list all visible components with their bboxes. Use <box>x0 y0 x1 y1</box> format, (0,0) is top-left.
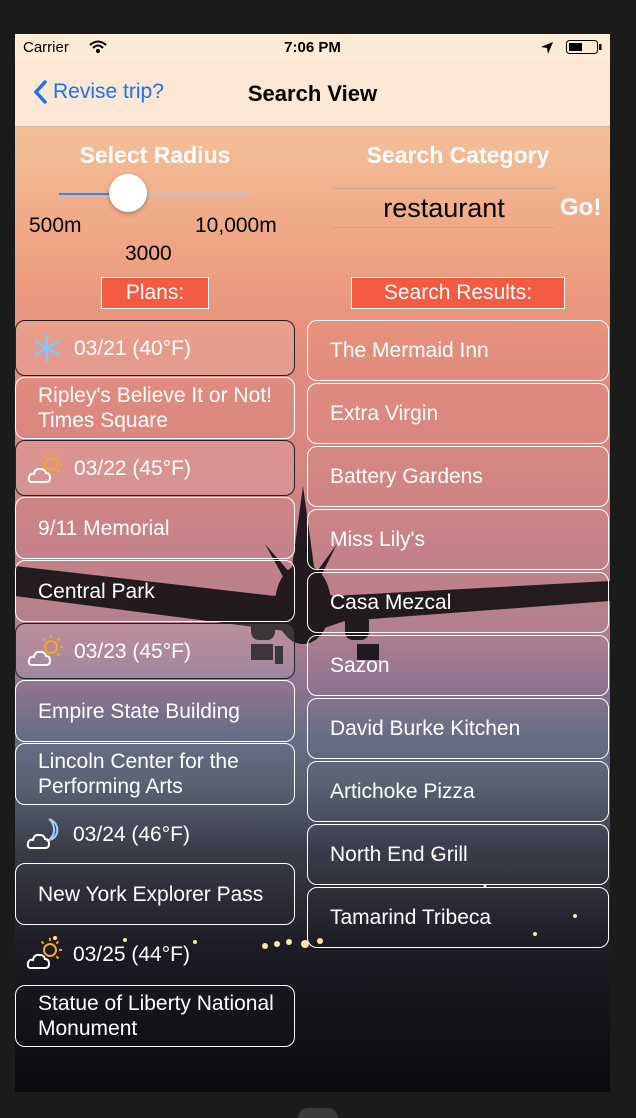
plan-item-label: Central Park <box>38 579 155 603</box>
sun-cloud-icon <box>25 937 67 971</box>
search-result-label: Sazon <box>330 654 390 677</box>
plan-item-label: 9/11 Memorial <box>38 516 170 540</box>
plan-day-label: 03/21 (40°F) <box>74 336 191 360</box>
search-result-item[interactable]: David Burke Kitchen <box>307 698 609 759</box>
plan-day-label: 03/22 (45°F) <box>74 456 191 480</box>
home-button[interactable] <box>298 1108 338 1118</box>
plan-day-header: 03/21 (40°F) <box>15 320 295 376</box>
plan-day-label: 03/25 (44°F) <box>73 942 190 966</box>
navigation-bar: Revise trip? Search View <box>15 60 610 127</box>
plan-item[interactable]: Empire State Building <box>15 680 295 742</box>
plan-day-header: 03/25 (44°F) <box>15 926 295 982</box>
radius-value-label: 3000 <box>125 242 172 265</box>
search-result-item[interactable]: Battery Gardens <box>307 446 609 507</box>
search-result-item[interactable]: Sazon <box>307 635 609 696</box>
search-result-label: Extra Virgin <box>330 402 439 425</box>
plan-day-label: 03/23 (45°F) <box>74 639 191 663</box>
plan-day-header: 03/22 (45°F) <box>15 440 295 496</box>
plan-item-label: Empire State Building <box>38 699 240 723</box>
plan-item[interactable]: Lincoln Center for the Performing Arts <box>15 743 295 805</box>
search-result-item[interactable]: Casa Mezcal <box>307 572 609 633</box>
phone-screen: Carrier 7:06 PM Revise trip? Search View… <box>15 34 610 1092</box>
search-result-label: Tamarind Tribeca <box>330 906 492 929</box>
plan-item[interactable]: Central Park <box>15 560 295 622</box>
radius-max-label: 10,000m <box>195 214 277 237</box>
sun-cloud-icon <box>26 634 68 668</box>
search-result-label: David Burke Kitchen <box>330 717 521 740</box>
search-result-item[interactable]: Extra Virgin <box>307 383 609 444</box>
search-result-label: Casa Mezcal <box>330 591 452 614</box>
plan-item-label: Lincoln Center for the Performing Arts <box>38 750 239 798</box>
plan-item-label: Statue of Liberty National Monument <box>38 992 274 1040</box>
radius-slider[interactable] <box>59 174 251 212</box>
search-result-item[interactable]: North End Grill <box>307 824 609 885</box>
plan-item[interactable]: New York Explorer Pass <box>15 863 295 925</box>
search-result-label: Artichoke Pizza <box>330 780 475 803</box>
search-result-label: Battery Gardens <box>330 465 483 488</box>
search-result-label: Miss Lily's <box>330 528 426 551</box>
plan-day-header: 03/23 (45°F) <box>15 623 295 679</box>
search-category-input[interactable]: restaurant <box>333 188 555 228</box>
plan-day-header: 03/24 (46°F) <box>15 806 295 862</box>
plan-item-label: New York Explorer Pass <box>38 882 264 906</box>
page-title: Search View <box>247 81 378 106</box>
location-arrow-icon <box>541 42 553 54</box>
sun-cloud-icon <box>26 451 68 485</box>
status-time: 7:06 PM <box>284 39 341 56</box>
go-button[interactable]: Go! <box>560 194 601 222</box>
plan-item[interactable]: Ripley's Believe It or Not! Times Square <box>15 377 295 439</box>
battery-icon <box>566 40 602 54</box>
plan-day-label: 03/24 (46°F) <box>73 822 190 846</box>
search-result-label: The Mermaid Inn <box>330 339 489 362</box>
plans-label: Plans: <box>101 277 209 309</box>
search-results-label: Search Results: <box>351 277 565 309</box>
search-result-item[interactable]: The Mermaid Inn <box>307 320 609 381</box>
search-result-label: North End Grill <box>330 843 468 866</box>
search-category-heading: Search Category <box>366 142 550 168</box>
radius-min-label: 500m <box>29 214 82 237</box>
snowflake-icon <box>26 331 68 365</box>
search-result-item[interactable]: Artichoke Pizza <box>307 761 609 822</box>
search-result-item[interactable]: Tamarind Tribeca <box>307 887 609 948</box>
plan-item[interactable]: Statue of Liberty National Monument <box>15 985 295 1047</box>
plan-item[interactable]: 9/11 Memorial <box>15 497 295 559</box>
radius-slider-knob[interactable] <box>109 174 147 212</box>
plan-item-label: Ripley's Believe It or Not! Times Square <box>38 384 272 432</box>
moon-cloud-icon <box>25 817 67 851</box>
select-radius-heading: Select Radius <box>79 142 231 168</box>
status-bar: Carrier 7:06 PM <box>15 34 610 60</box>
search-result-item[interactable]: Miss Lily's <box>307 509 609 570</box>
